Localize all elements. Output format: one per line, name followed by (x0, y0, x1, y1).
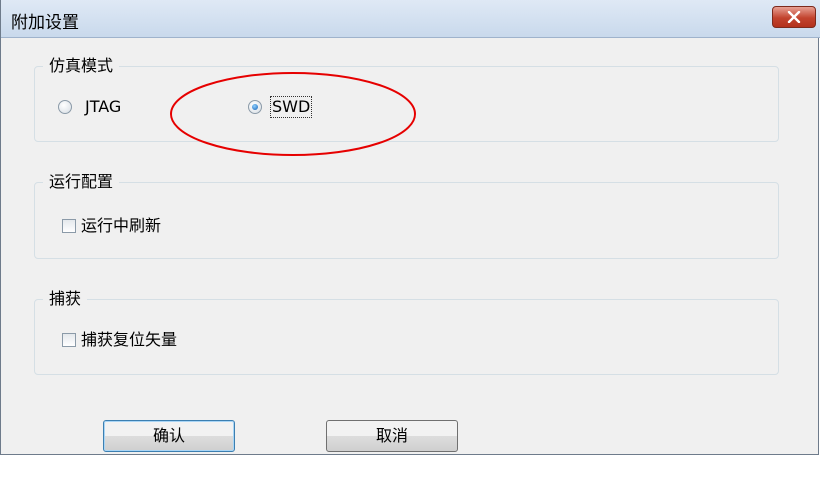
close-button[interactable] (772, 6, 816, 28)
capture-group: 捕获 捕获复位矢量 (34, 288, 779, 375)
swd-label[interactable]: SWD (269, 96, 313, 118)
cancel-button[interactable]: 取消 (326, 420, 458, 452)
settings-dialog: 附加设置 仿真模式 JTAG SWD 运行配置 运行中刷新 捕获 捕获复位矢量 … (0, 0, 820, 455)
swd-radio[interactable] (248, 100, 262, 114)
run-config-legend: 运行配置 (43, 171, 120, 193)
refresh-while-running-label[interactable]: 运行中刷新 (81, 216, 161, 236)
capture-reset-vector-label[interactable]: 捕获复位矢量 (81, 330, 177, 350)
capture-reset-vector-checkbox[interactable] (62, 333, 76, 347)
run-config-group: 运行配置 运行中刷新 (34, 171, 779, 259)
sim-mode-group: 仿真模式 JTAG SWD (34, 55, 779, 142)
jtag-label[interactable]: JTAG (85, 97, 121, 117)
close-icon (787, 11, 801, 23)
ok-button[interactable]: 确认 (103, 420, 235, 452)
jtag-radio[interactable] (58, 100, 72, 114)
window-title: 附加设置 (11, 13, 79, 33)
title-bar: 附加设置 (1, 0, 820, 38)
refresh-while-running-checkbox[interactable] (62, 219, 76, 233)
sim-mode-legend: 仿真模式 (43, 55, 120, 77)
capture-legend: 捕获 (43, 288, 88, 310)
